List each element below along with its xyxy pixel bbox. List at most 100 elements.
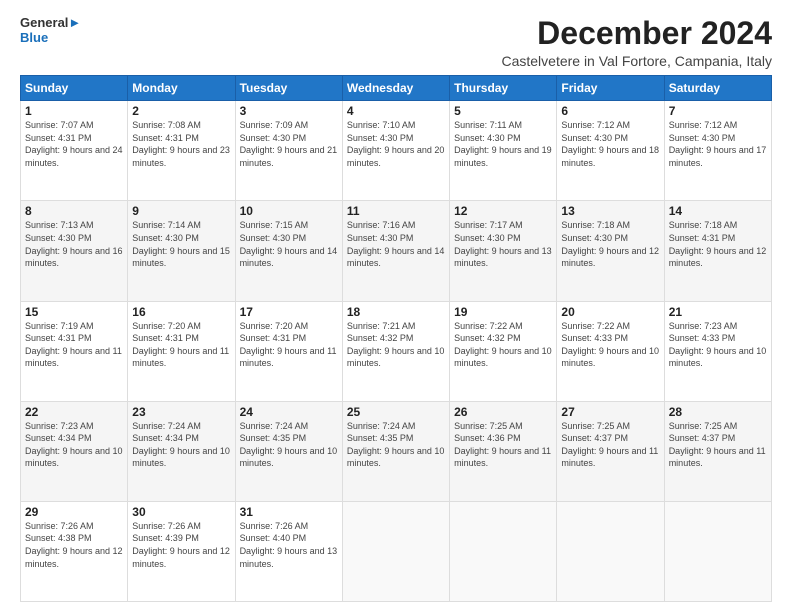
day-number: 23 — [132, 405, 230, 419]
col-thursday: Thursday — [450, 76, 557, 101]
day-number: 14 — [669, 204, 767, 218]
table-row: 1Sunrise: 7:07 AMSunset: 4:31 PMDaylight… — [21, 101, 128, 201]
table-row: 10Sunrise: 7:15 AMSunset: 4:30 PMDayligh… — [235, 201, 342, 301]
table-row: 7Sunrise: 7:12 AMSunset: 4:30 PMDaylight… — [664, 101, 771, 201]
day-number: 24 — [240, 405, 338, 419]
day-number: 19 — [454, 305, 552, 319]
col-saturday: Saturday — [664, 76, 771, 101]
table-row: 18Sunrise: 7:21 AMSunset: 4:32 PMDayligh… — [342, 301, 449, 401]
table-row — [450, 501, 557, 601]
calendar-week-4: 29Sunrise: 7:26 AMSunset: 4:38 PMDayligh… — [21, 501, 772, 601]
day-number: 28 — [669, 405, 767, 419]
day-number: 15 — [25, 305, 123, 319]
table-row: 4Sunrise: 7:10 AMSunset: 4:30 PMDaylight… — [342, 101, 449, 201]
table-row — [664, 501, 771, 601]
table-row: 29Sunrise: 7:26 AMSunset: 4:38 PMDayligh… — [21, 501, 128, 601]
day-number: 31 — [240, 505, 338, 519]
day-number: 21 — [669, 305, 767, 319]
day-number: 5 — [454, 104, 552, 118]
day-number: 17 — [240, 305, 338, 319]
table-row: 9Sunrise: 7:14 AMSunset: 4:30 PMDaylight… — [128, 201, 235, 301]
table-row: 6Sunrise: 7:12 AMSunset: 4:30 PMDaylight… — [557, 101, 664, 201]
table-row: 13Sunrise: 7:18 AMSunset: 4:30 PMDayligh… — [557, 201, 664, 301]
table-row: 27Sunrise: 7:25 AMSunset: 4:37 PMDayligh… — [557, 401, 664, 501]
day-info: Sunrise: 7:07 AMSunset: 4:31 PMDaylight:… — [25, 119, 123, 169]
main-title: December 2024 — [501, 16, 772, 51]
title-block: December 2024 Castelvetere in Val Fortor… — [501, 16, 772, 69]
table-row: 17Sunrise: 7:20 AMSunset: 4:31 PMDayligh… — [235, 301, 342, 401]
day-info: Sunrise: 7:11 AMSunset: 4:30 PMDaylight:… — [454, 119, 552, 169]
day-info: Sunrise: 7:22 AMSunset: 4:32 PMDaylight:… — [454, 320, 552, 370]
table-row: 15Sunrise: 7:19 AMSunset: 4:31 PMDayligh… — [21, 301, 128, 401]
day-number: 1 — [25, 104, 123, 118]
table-row: 14Sunrise: 7:18 AMSunset: 4:31 PMDayligh… — [664, 201, 771, 301]
day-info: Sunrise: 7:17 AMSunset: 4:30 PMDaylight:… — [454, 219, 552, 269]
day-info: Sunrise: 7:25 AMSunset: 4:36 PMDaylight:… — [454, 420, 552, 470]
logo: General► Blue — [20, 16, 81, 46]
table-row: 2Sunrise: 7:08 AMSunset: 4:31 PMDaylight… — [128, 101, 235, 201]
day-info: Sunrise: 7:19 AMSunset: 4:31 PMDaylight:… — [25, 320, 123, 370]
calendar-week-3: 22Sunrise: 7:23 AMSunset: 4:34 PMDayligh… — [21, 401, 772, 501]
day-info: Sunrise: 7:26 AMSunset: 4:39 PMDaylight:… — [132, 520, 230, 570]
table-row: 3Sunrise: 7:09 AMSunset: 4:30 PMDaylight… — [235, 101, 342, 201]
day-info: Sunrise: 7:22 AMSunset: 4:33 PMDaylight:… — [561, 320, 659, 370]
day-info: Sunrise: 7:23 AMSunset: 4:33 PMDaylight:… — [669, 320, 767, 370]
day-number: 26 — [454, 405, 552, 419]
table-row: 28Sunrise: 7:25 AMSunset: 4:37 PMDayligh… — [664, 401, 771, 501]
col-wednesday: Wednesday — [342, 76, 449, 101]
day-number: 29 — [25, 505, 123, 519]
day-info: Sunrise: 7:24 AMSunset: 4:34 PMDaylight:… — [132, 420, 230, 470]
table-row: 26Sunrise: 7:25 AMSunset: 4:36 PMDayligh… — [450, 401, 557, 501]
table-row: 25Sunrise: 7:24 AMSunset: 4:35 PMDayligh… — [342, 401, 449, 501]
col-tuesday: Tuesday — [235, 76, 342, 101]
day-info: Sunrise: 7:23 AMSunset: 4:34 PMDaylight:… — [25, 420, 123, 470]
day-info: Sunrise: 7:26 AMSunset: 4:40 PMDaylight:… — [240, 520, 338, 570]
table-row: 30Sunrise: 7:26 AMSunset: 4:39 PMDayligh… — [128, 501, 235, 601]
day-number: 7 — [669, 104, 767, 118]
table-row: 22Sunrise: 7:23 AMSunset: 4:34 PMDayligh… — [21, 401, 128, 501]
day-info: Sunrise: 7:16 AMSunset: 4:30 PMDaylight:… — [347, 219, 445, 269]
day-number: 25 — [347, 405, 445, 419]
day-info: Sunrise: 7:08 AMSunset: 4:31 PMDaylight:… — [132, 119, 230, 169]
table-row: 23Sunrise: 7:24 AMSunset: 4:34 PMDayligh… — [128, 401, 235, 501]
table-row — [557, 501, 664, 601]
day-info: Sunrise: 7:13 AMSunset: 4:30 PMDaylight:… — [25, 219, 123, 269]
col-monday: Monday — [128, 76, 235, 101]
table-row: 8Sunrise: 7:13 AMSunset: 4:30 PMDaylight… — [21, 201, 128, 301]
day-info: Sunrise: 7:12 AMSunset: 4:30 PMDaylight:… — [561, 119, 659, 169]
day-info: Sunrise: 7:14 AMSunset: 4:30 PMDaylight:… — [132, 219, 230, 269]
day-number: 8 — [25, 204, 123, 218]
calendar-table: Sunday Monday Tuesday Wednesday Thursday… — [20, 75, 772, 602]
day-info: Sunrise: 7:09 AMSunset: 4:30 PMDaylight:… — [240, 119, 338, 169]
page: General► Blue December 2024 Castelvetere… — [0, 0, 792, 612]
table-row: 16Sunrise: 7:20 AMSunset: 4:31 PMDayligh… — [128, 301, 235, 401]
day-number: 6 — [561, 104, 659, 118]
day-number: 3 — [240, 104, 338, 118]
header: General► Blue December 2024 Castelvetere… — [20, 16, 772, 69]
day-number: 30 — [132, 505, 230, 519]
day-info: Sunrise: 7:20 AMSunset: 4:31 PMDaylight:… — [132, 320, 230, 370]
day-number: 27 — [561, 405, 659, 419]
day-number: 16 — [132, 305, 230, 319]
table-row: 31Sunrise: 7:26 AMSunset: 4:40 PMDayligh… — [235, 501, 342, 601]
day-info: Sunrise: 7:10 AMSunset: 4:30 PMDaylight:… — [347, 119, 445, 169]
col-friday: Friday — [557, 76, 664, 101]
day-info: Sunrise: 7:24 AMSunset: 4:35 PMDaylight:… — [347, 420, 445, 470]
table-row: 24Sunrise: 7:24 AMSunset: 4:35 PMDayligh… — [235, 401, 342, 501]
table-row: 11Sunrise: 7:16 AMSunset: 4:30 PMDayligh… — [342, 201, 449, 301]
day-info: Sunrise: 7:21 AMSunset: 4:32 PMDaylight:… — [347, 320, 445, 370]
day-info: Sunrise: 7:25 AMSunset: 4:37 PMDaylight:… — [561, 420, 659, 470]
table-row: 5Sunrise: 7:11 AMSunset: 4:30 PMDaylight… — [450, 101, 557, 201]
day-number: 12 — [454, 204, 552, 218]
day-info: Sunrise: 7:20 AMSunset: 4:31 PMDaylight:… — [240, 320, 338, 370]
day-number: 22 — [25, 405, 123, 419]
day-info: Sunrise: 7:25 AMSunset: 4:37 PMDaylight:… — [669, 420, 767, 470]
calendar-week-0: 1Sunrise: 7:07 AMSunset: 4:31 PMDaylight… — [21, 101, 772, 201]
day-info: Sunrise: 7:26 AMSunset: 4:38 PMDaylight:… — [25, 520, 123, 570]
day-number: 18 — [347, 305, 445, 319]
table-row: 20Sunrise: 7:22 AMSunset: 4:33 PMDayligh… — [557, 301, 664, 401]
day-number: 9 — [132, 204, 230, 218]
day-info: Sunrise: 7:24 AMSunset: 4:35 PMDaylight:… — [240, 420, 338, 470]
day-number: 4 — [347, 104, 445, 118]
table-row: 21Sunrise: 7:23 AMSunset: 4:33 PMDayligh… — [664, 301, 771, 401]
